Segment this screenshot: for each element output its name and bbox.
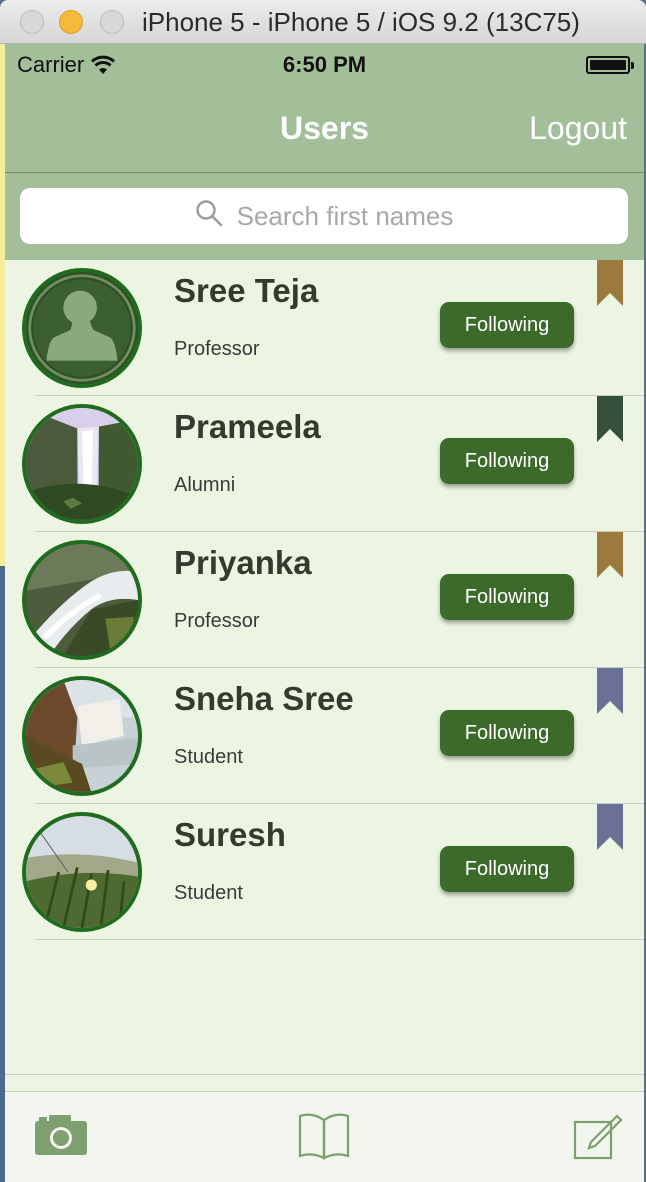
window-minimize-button[interactable] [59, 10, 83, 34]
window-close-button[interactable] [20, 10, 44, 34]
simulator-titlebar: iPhone 5 - iPhone 5 / iOS 9.2 (13C75) [0, 0, 646, 44]
navigation-header: Carrier 6:50 PM Users Logout Search firs… [5, 44, 644, 260]
list-item[interactable]: Sneha Sree Student Following [5, 668, 644, 804]
battery-icon [586, 56, 634, 74]
user-role: Student [174, 882, 243, 904]
user-role: Student [174, 746, 243, 768]
list-item[interactable]: Suresh Student Following [5, 804, 644, 940]
following-button[interactable]: Following [440, 574, 574, 620]
avatar[interactable] [22, 404, 142, 524]
logout-button[interactable]: Logout [529, 110, 627, 147]
user-role: Professor [174, 610, 260, 632]
list-item[interactable]: Prameela Alumni Following [5, 396, 644, 532]
bookmark-ribbon-icon[interactable] [597, 804, 623, 850]
user-name: Sree Teja [174, 272, 319, 309]
user-role: Alumni [174, 474, 236, 496]
following-button[interactable]: Following [440, 710, 574, 756]
user-role: Professor [174, 338, 260, 360]
search-icon [195, 199, 223, 234]
tabbar-divider [5, 1074, 644, 1075]
book-icon[interactable] [298, 1112, 350, 1160]
following-button[interactable]: Following [440, 302, 574, 348]
user-name: Sneha Sree [174, 680, 354, 717]
following-button[interactable]: Following [440, 438, 574, 484]
row-divider [36, 939, 644, 940]
user-name: Suresh [174, 816, 286, 853]
status-time: 6:50 PM [282, 52, 367, 77]
window-title: iPhone 5 - iPhone 5 / iOS 9.2 (13C75) [142, 7, 580, 37]
user-list: Sree Teja Professor Following Prameela A… [5, 260, 644, 940]
list-item[interactable]: Priyanka Professor Following [5, 532, 644, 668]
nav-divider [5, 172, 644, 173]
user-name: Prameela [174, 408, 321, 445]
list-item[interactable]: Sree Teja Professor Following [5, 260, 644, 396]
following-button[interactable]: Following [440, 846, 574, 892]
avatar[interactable] [22, 540, 142, 660]
compose-icon[interactable] [573, 1110, 623, 1160]
bookmark-ribbon-icon[interactable] [597, 260, 623, 306]
phone-screen: Carrier 6:50 PM Users Logout Search firs… [5, 44, 644, 1182]
tab-bar [5, 1091, 644, 1182]
user-name: Priyanka [174, 544, 312, 581]
bookmark-ribbon-icon[interactable] [597, 668, 623, 714]
bookmark-ribbon-icon[interactable] [597, 532, 623, 578]
window-zoom-button[interactable] [100, 10, 124, 34]
avatar[interactable] [22, 268, 142, 388]
search-placeholder: Search first names [236, 200, 454, 231]
avatar[interactable] [22, 812, 142, 932]
camera-icon[interactable] [35, 1115, 87, 1155]
bookmark-ribbon-icon[interactable] [597, 396, 623, 442]
avatar[interactable] [22, 676, 142, 796]
search-input[interactable]: Search first names [20, 188, 628, 244]
